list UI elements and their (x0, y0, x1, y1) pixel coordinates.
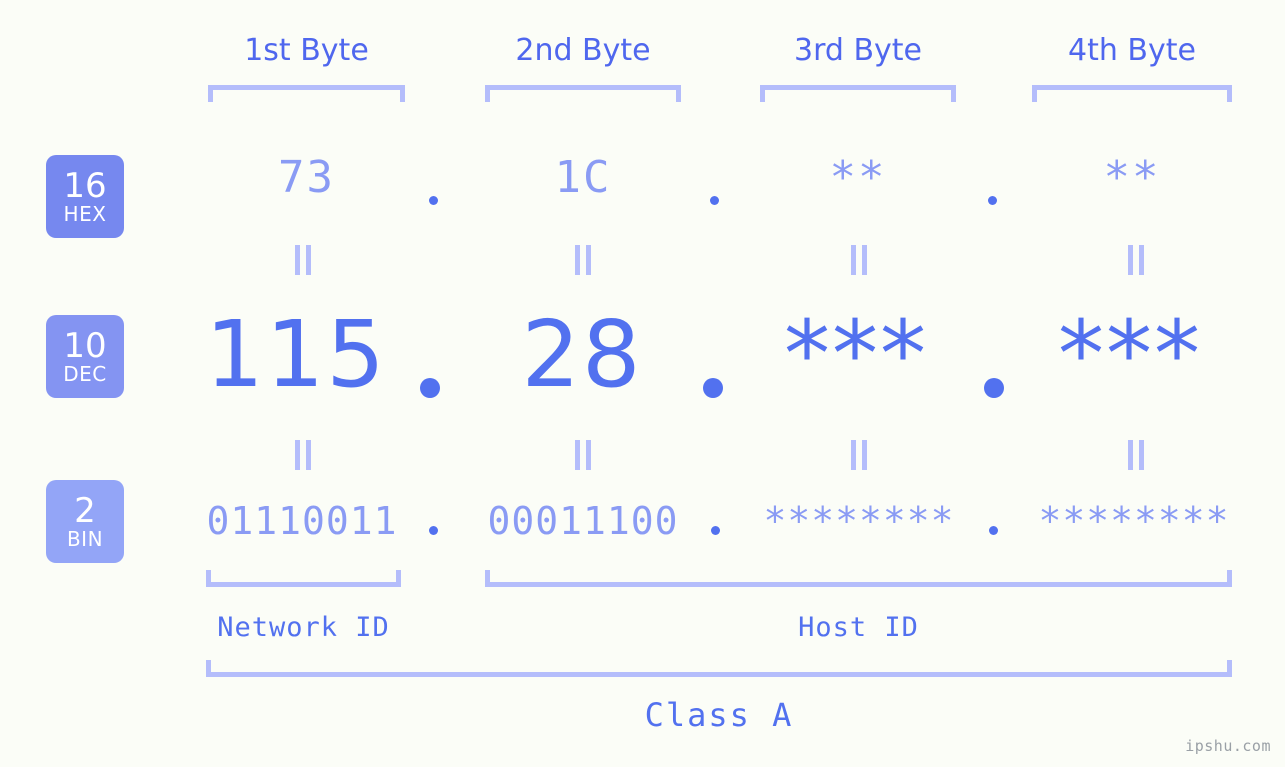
equals-mark-dec-bin-1 (290, 440, 316, 470)
hex-octet-1: 73 (278, 152, 335, 203)
byte-bracket-1 (208, 85, 405, 102)
site-watermark: ipshu.com (1185, 737, 1271, 755)
dec-octet-3: *** (784, 301, 928, 408)
hex-separator-dot-1 (429, 196, 438, 205)
byte-header-label-2: 2nd Byte (515, 33, 651, 68)
byte-bracket-2 (485, 85, 681, 102)
host-id-bracket (485, 570, 1232, 587)
equals-mark-dec-bin-4 (1123, 440, 1149, 470)
byte-bracket-3 (760, 85, 956, 102)
equals-mark-hex-dec-3 (846, 245, 872, 275)
dec-separator-dot-3 (984, 378, 1004, 398)
byte-bracket-4 (1032, 85, 1232, 102)
network-id-bracket (206, 570, 401, 587)
base-badge-dec-name: DEC (63, 361, 107, 386)
dec-octet-1: 115 (205, 301, 387, 408)
bin-separator-dot-1 (429, 526, 438, 535)
base-badge-dec: 10 DEC (46, 315, 124, 398)
equals-mark-hex-dec-4 (1123, 245, 1149, 275)
base-badge-hex-name: HEX (63, 201, 107, 226)
byte-header-label-1: 1st Byte (244, 33, 369, 68)
class-label: Class A (644, 696, 794, 734)
bin-octet-4: ******** (1038, 499, 1230, 543)
hex-octet-3: ** (829, 152, 887, 203)
bin-octet-3: ******** (763, 499, 955, 543)
class-bracket (206, 660, 1232, 677)
dec-octet-2: 28 (521, 301, 643, 408)
base-badge-dec-number: 10 (63, 325, 107, 366)
byte-header-label-3: 3rd Byte (793, 33, 923, 68)
network-id-label: Network ID (217, 612, 390, 643)
ip-address-breakdown-diagram: 1st Byte 2nd Byte 3rd Byte 4th Byte 16 H… (0, 0, 1285, 767)
equals-mark-hex-dec-2 (570, 245, 596, 275)
base-badge-bin-number: 2 (74, 490, 96, 531)
byte-header-label-4: 4th Byte (1068, 33, 1196, 68)
dec-separator-dot-1 (420, 378, 440, 398)
bin-separator-dot-2 (711, 526, 720, 535)
hex-octet-4: ** (1103, 152, 1161, 203)
equals-mark-dec-bin-2 (570, 440, 596, 470)
base-badge-bin: 2 BIN (46, 480, 124, 563)
hex-separator-dot-3 (988, 196, 997, 205)
bin-octet-1: 01110011 (206, 499, 398, 543)
equals-mark-hex-dec-1 (290, 245, 316, 275)
base-badge-hex-number: 16 (63, 165, 107, 206)
hex-octet-2: 1C (554, 152, 612, 203)
base-badge-hex: 16 HEX (46, 155, 124, 238)
base-badge-bin-name: BIN (66, 526, 104, 551)
dec-octet-4: *** (1058, 301, 1202, 408)
host-id-label: Host ID (798, 612, 919, 643)
bin-octet-2: 00011100 (487, 499, 679, 543)
equals-mark-dec-bin-3 (846, 440, 872, 470)
bin-separator-dot-3 (989, 526, 998, 535)
hex-separator-dot-2 (710, 196, 719, 205)
dec-separator-dot-2 (703, 378, 723, 398)
